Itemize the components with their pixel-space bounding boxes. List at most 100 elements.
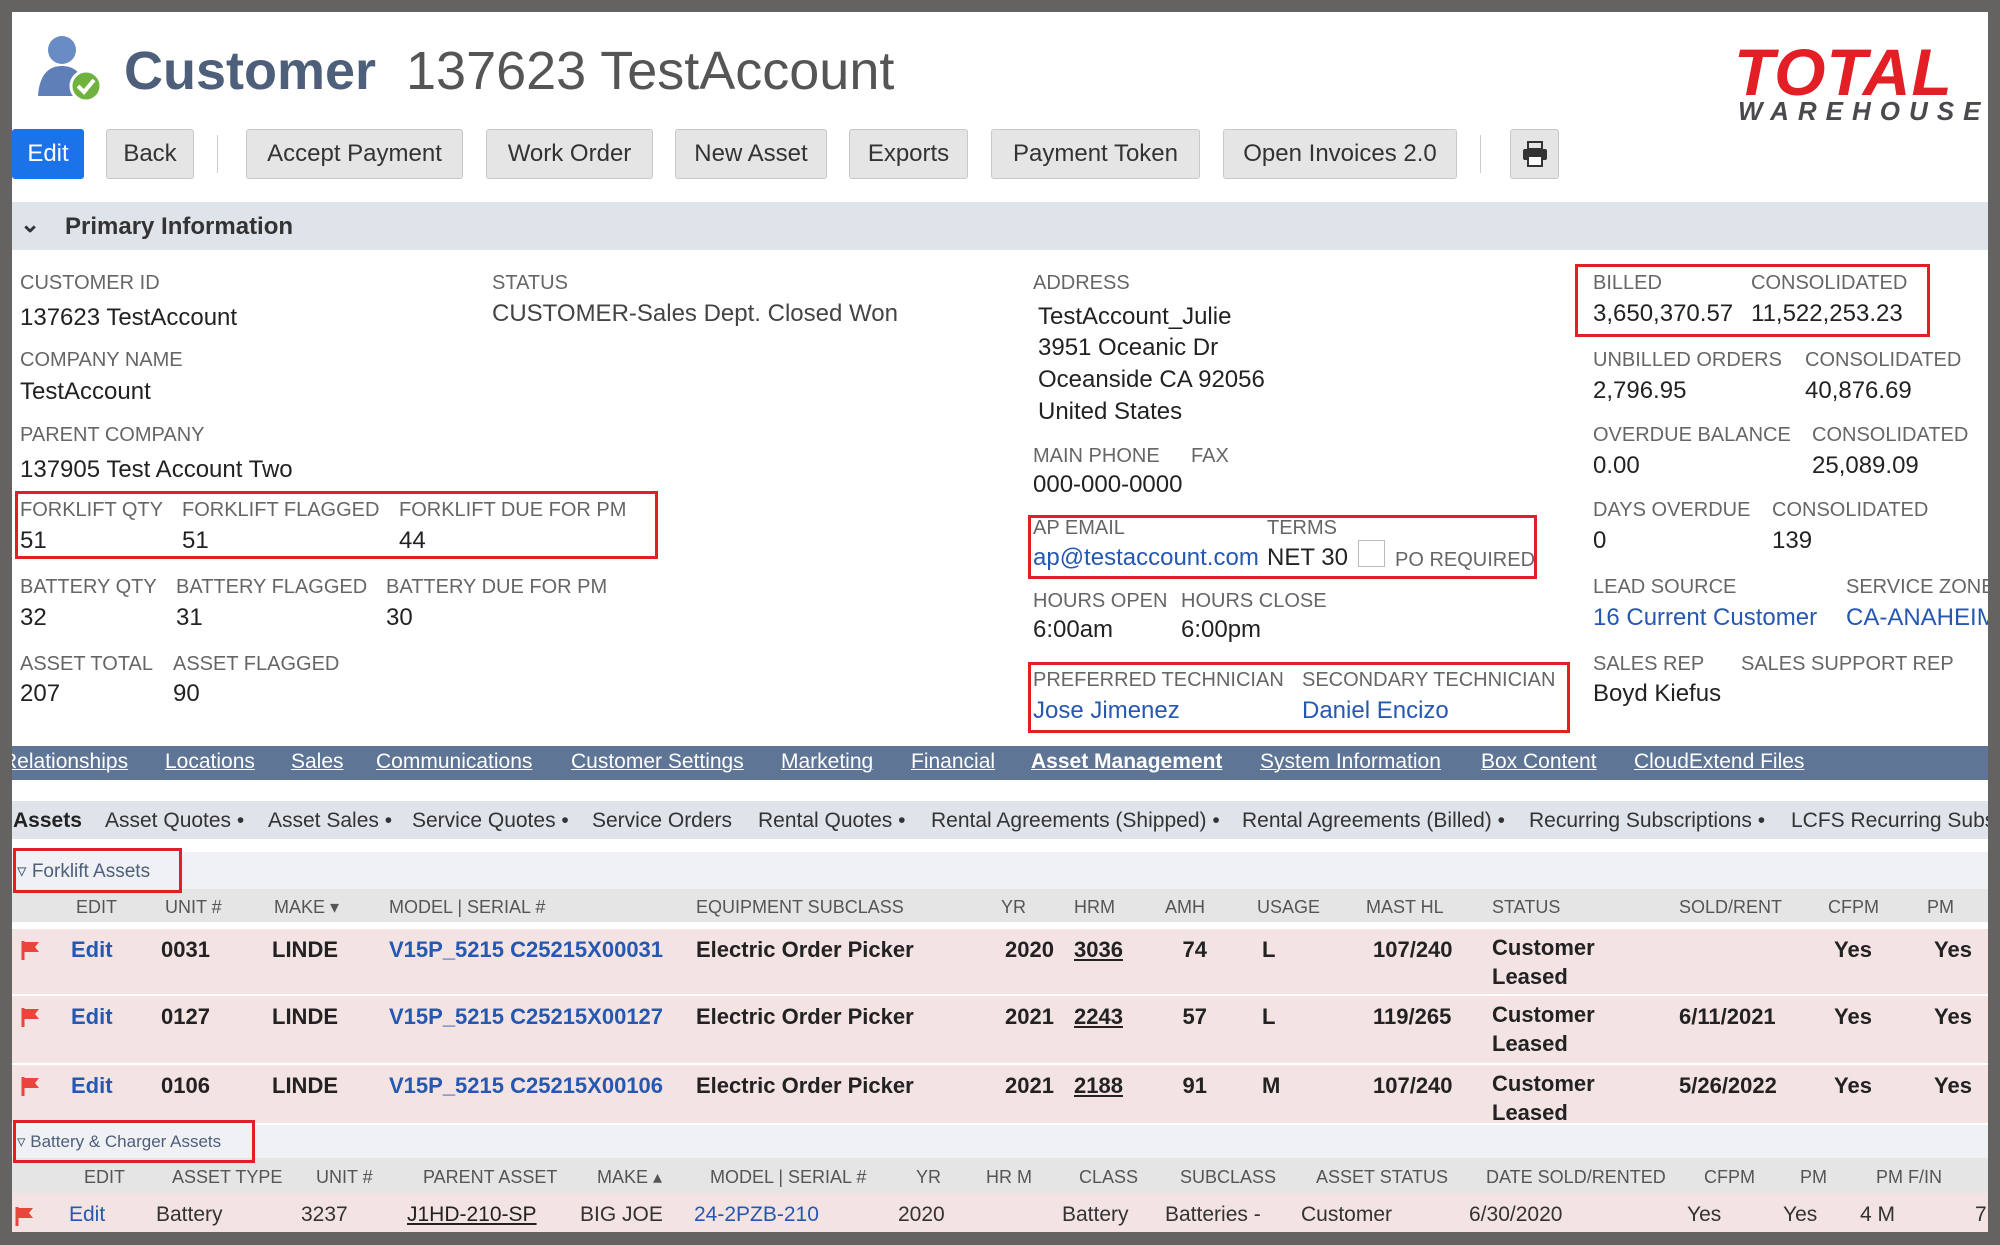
column-header[interactable]: PM [1800, 1167, 1827, 1188]
tab-cloudextend-files[interactable]: CloudExtend Files [1634, 750, 1804, 774]
subtab-recurring-subscriptions[interactable]: Recurring Subscriptions • [1529, 809, 1765, 833]
exports-button[interactable]: Exports [849, 129, 968, 179]
column-header[interactable]: MODEL | SERIAL # [389, 897, 545, 918]
new-asset-button[interactable]: New Asset [675, 129, 827, 179]
tab-relationships[interactable]: Relationships [12, 750, 128, 774]
tab-communications[interactable]: Communications [376, 750, 532, 774]
column-header[interactable]: ASSET TYPE [172, 1167, 282, 1188]
subtab-asset-quotes[interactable]: Asset Quotes • [105, 809, 244, 833]
column-header[interactable]: SUBCLASS [1180, 1167, 1276, 1188]
subtab-lcfs-recurring-subsc[interactable]: LCFS Recurring Subsc [1791, 809, 1988, 833]
payment-token-button[interactable]: Payment Token [991, 129, 1200, 179]
record-tabs: Relationships Locations Sales Communication… [12, 746, 1988, 780]
column-header[interactable]: YR [916, 1167, 941, 1188]
column-header[interactable]: CFPM [1828, 897, 1879, 918]
model-serial-link[interactable]: V15P_5215 C25215X00031 [389, 937, 663, 963]
lead-source-link[interactable]: 16 Current Customer [1593, 604, 1817, 632]
column-header[interactable]: STATUS [1492, 897, 1560, 918]
column-header[interactable]: EDIT [84, 1167, 125, 1188]
flag-icon[interactable] [14, 1205, 36, 1232]
hours-open-value: 6:00am [1033, 616, 1114, 643]
cell: 0031 [161, 937, 210, 962]
column-header[interactable]: HRM [1074, 897, 1115, 918]
model-serial-link[interactable]: V15P_5215 C25215X00127 [389, 1004, 663, 1030]
column-header[interactable]: PARENT ASSET [423, 1167, 557, 1188]
column-header[interactable]: CFPM [1704, 1167, 1755, 1188]
edit-link[interactable]: Edit [71, 1004, 113, 1030]
cell: 2021 [1005, 1073, 1054, 1098]
tab-marketing[interactable]: Marketing [781, 750, 873, 774]
column-header[interactable]: DATE SOLD/RENTED [1486, 1167, 1666, 1188]
tab-box-content[interactable]: Box Content [1481, 750, 1597, 774]
cell: BIG JOE [580, 1203, 663, 1226]
table-row: Edit 0127 LINDE V15P_5215 C25215X00127 Elect… [12, 996, 1988, 1064]
edit-link[interactable]: Edit [69, 1203, 105, 1227]
service-zone-link[interactable]: CA-ANAHEIM [1846, 604, 1988, 632]
column-header[interactable]: CLASS [1079, 1167, 1138, 1188]
tab-locations[interactable]: Locations [165, 750, 255, 774]
column-header[interactable]: UNIT # [165, 897, 222, 918]
tab-sales[interactable]: Sales [291, 750, 344, 774]
back-button[interactable]: Back [106, 129, 194, 179]
cell: LINDE [272, 1004, 338, 1029]
cell: 107/240 [1373, 1073, 1453, 1098]
model-serial-link[interactable]: 24-2PZB-210 [694, 1203, 819, 1227]
print-button[interactable] [1510, 129, 1559, 179]
table-row: Edit 0031 LINDE V15P_5215 C25215X00031 Elect… [12, 929, 1988, 995]
column-header[interactable]: MAST HL [1366, 897, 1444, 918]
subtab-asset-sales[interactable]: Asset Sales • [268, 809, 392, 833]
subtab-service-quotes[interactable]: Service Quotes • [412, 809, 569, 833]
column-header[interactable]: EDIT [76, 897, 117, 918]
edit-link[interactable]: Edit [71, 1073, 113, 1099]
column-header[interactable]: MODEL | SERIAL # [710, 1167, 866, 1188]
parent-asset-link[interactable]: J1HD-210-SP [407, 1203, 537, 1227]
cell: Electric Order Picker [696, 1073, 914, 1098]
column-header[interactable]: AMH [1165, 897, 1205, 918]
column-header[interactable]: MAKE ▾ [274, 897, 339, 918]
flag-icon[interactable] [20, 1075, 42, 1102]
flag-icon[interactable] [20, 939, 42, 966]
fax-label: FAX [1191, 445, 1229, 467]
column-header[interactable]: UNIT # [316, 1167, 373, 1188]
record-type-title: Customer [124, 41, 377, 101]
edit-button[interactable]: Edit [12, 129, 84, 179]
flag-icon[interactable] [20, 1006, 42, 1033]
work-order-button[interactable]: Work Order [486, 129, 653, 179]
status-value: CUSTOMER-Sales Dept. Closed Won [492, 300, 898, 327]
hrm-link[interactable]: 2243 [1074, 1004, 1123, 1030]
cell: LINDE [272, 1073, 338, 1098]
subtab-assets[interactable]: Assets [13, 809, 82, 833]
column-header[interactable]: YR [1001, 897, 1026, 918]
open-invoices-button[interactable]: Open Invoices 2.0 [1223, 129, 1457, 179]
tab-system-information[interactable]: System Information [1260, 750, 1441, 774]
battery-assets-section[interactable]: ▿ Battery & Charger Assets [12, 1125, 1988, 1158]
column-header[interactable]: SOLD/RENT [1679, 897, 1782, 918]
asset-flagged-label: ASSET FLAGGED [173, 653, 340, 675]
subtab-service-orders[interactable]: Service Orders [592, 809, 732, 833]
tab-financial[interactable]: Financial [911, 750, 995, 774]
tab-customer-settings[interactable]: Customer Settings [571, 750, 744, 774]
primary-information-header[interactable]: ⌄ Primary Information [12, 202, 1988, 250]
model-serial-link[interactable]: V15P_5215 C25215X00106 [389, 1073, 663, 1099]
subtab-rental-agreements-shipped[interactable]: Rental Agreements (Shipped) • [931, 809, 1220, 833]
asset-total-value: 207 [20, 680, 61, 707]
column-header[interactable]: MAKE ▴ [597, 1167, 662, 1188]
column-header[interactable]: EQUIPMENT SUBCLASS [696, 897, 904, 918]
hrm-link[interactable]: 2188 [1074, 1073, 1123, 1099]
column-header[interactable]: ASSET STATUS [1316, 1167, 1448, 1188]
subtab-rental-agreements-billed[interactable]: Rental Agreements (Billed) • [1242, 809, 1505, 833]
battery-assets-highlight-box [13, 1120, 255, 1163]
column-header[interactable]: HR M [986, 1167, 1032, 1188]
edit-link[interactable]: Edit [71, 937, 113, 963]
subtab-rental-quotes[interactable]: Rental Quotes • [758, 809, 905, 833]
parent-company-value: 137905 Test Account Two [20, 456, 293, 483]
accept-payment-button[interactable]: Accept Payment [246, 129, 463, 179]
tab-asset-management[interactable]: Asset Management [1031, 750, 1222, 774]
column-header[interactable]: PM [1927, 897, 1954, 918]
column-header[interactable]: USAGE [1257, 897, 1320, 918]
forklift-assets-section[interactable]: ▿ Forklift Assets [12, 852, 1988, 889]
column-header[interactable]: PM F/IN [1876, 1167, 1942, 1188]
hrm-link[interactable]: 3036 [1074, 937, 1123, 963]
overdue-consolidated-value: 25,089.09 [1812, 452, 1919, 479]
sales-rep-label: SALES REP [1593, 653, 1705, 675]
